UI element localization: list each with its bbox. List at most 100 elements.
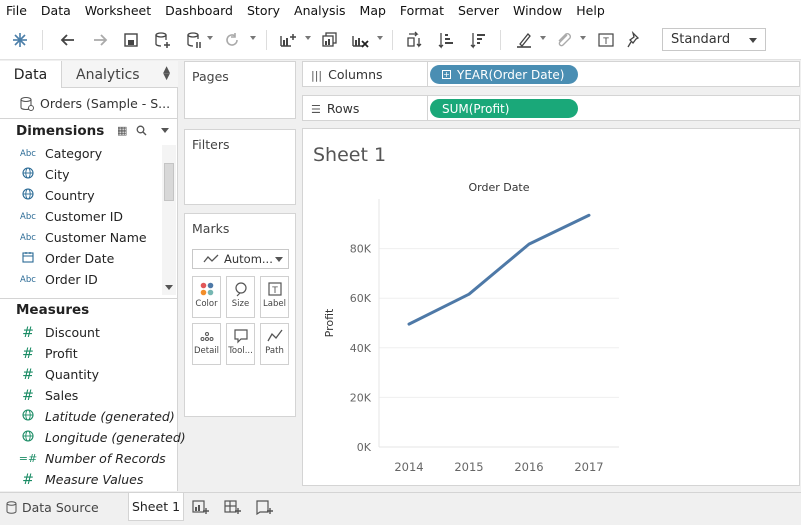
field-label: Measure Values xyxy=(45,472,144,487)
new-data-source-icon[interactable] xyxy=(150,29,174,51)
y-tick-label: 80K xyxy=(350,243,372,256)
view-toggle-icon[interactable]: ▦ xyxy=(117,124,127,137)
fix-axes-pin-icon[interactable] xyxy=(623,29,647,51)
new-dashboard-tab-icon[interactable] xyxy=(224,499,242,515)
detail-button[interactable]: Detail xyxy=(192,323,221,365)
datasource-name: Orders (Sample - S... xyxy=(40,96,171,111)
measure-field[interactable]: Latitude (generated) xyxy=(0,406,175,427)
data-pane: Data Analytics ▲ ▼ Orders (Sample - S... … xyxy=(0,61,186,491)
new-worksheet-tab-icon[interactable] xyxy=(192,499,210,515)
dimensions-scrollbar[interactable] xyxy=(162,145,176,295)
calendar-icon xyxy=(18,251,38,266)
label-button[interactable]: T Label xyxy=(260,276,289,318)
measure-field[interactable]: # Sales xyxy=(0,385,162,406)
menu-file[interactable]: File xyxy=(6,3,27,18)
new-story-tab-icon[interactable] xyxy=(256,499,274,515)
fit-dropdown[interactable]: Standard xyxy=(662,28,766,51)
duplicate-sheet-icon[interactable] xyxy=(318,29,342,51)
chevron-down-icon[interactable] xyxy=(161,128,169,133)
group-members-icon[interactable] xyxy=(552,29,576,51)
measure-field[interactable]: =# Number of Records xyxy=(0,448,166,469)
path-button[interactable]: Path xyxy=(260,323,289,365)
filters-card[interactable]: Filters xyxy=(184,129,296,205)
dimension-field[interactable]: Abc Order ID xyxy=(0,269,162,290)
label-icon: T xyxy=(267,282,282,296)
field-label: Profit xyxy=(45,346,78,361)
dimension-field[interactable]: Order Date xyxy=(0,248,162,269)
menu-analysis[interactable]: Analysis xyxy=(294,3,346,18)
measure-field[interactable]: # Discount xyxy=(0,322,162,343)
tab-data[interactable]: Data xyxy=(0,61,62,88)
scroll-down-icon[interactable] xyxy=(165,285,173,290)
pages-card[interactable]: Pages xyxy=(184,61,296,119)
sort-ascending-icon[interactable] xyxy=(434,29,458,51)
measures-header: Measures xyxy=(0,298,178,320)
search-icon[interactable] xyxy=(136,125,147,136)
rows-pill[interactable]: SUM(Profit) xyxy=(430,99,578,118)
back-arrow-icon[interactable] xyxy=(56,29,80,51)
rows-shelf[interactable]: ☰ Rows SUM(Profit) xyxy=(302,95,800,121)
size-button[interactable]: Size xyxy=(226,276,255,318)
tooltip-button[interactable]: Tool... xyxy=(226,323,255,365)
scroll-thumb[interactable] xyxy=(164,163,174,201)
pause-updates-icon[interactable] xyxy=(182,29,206,51)
sort-descending-icon[interactable] xyxy=(466,29,490,51)
number-type-icon: # xyxy=(22,387,34,404)
menu-format[interactable]: Format xyxy=(400,3,444,18)
field-label: Number of Records xyxy=(45,451,166,466)
sheet-tab[interactable]: Sheet 1 xyxy=(128,493,184,521)
measure-field[interactable]: Longitude (generated) xyxy=(0,427,186,448)
string-type-icon: Abc xyxy=(20,148,36,159)
measure-field[interactable]: # Quantity xyxy=(0,364,162,385)
field-label: Discount xyxy=(45,325,100,340)
data-source-tab[interactable]: Data Source xyxy=(0,493,128,521)
menu-help[interactable]: Help xyxy=(576,3,605,18)
globe-icon xyxy=(18,408,38,425)
dimension-field[interactable]: Abc Customer ID xyxy=(0,206,162,227)
line-chart: Order Date 0K 20K 40K 60K 80K Profit 2014 2015 20… xyxy=(323,181,619,474)
menu-data[interactable]: Data xyxy=(41,3,71,18)
field-label: Order Date xyxy=(45,251,115,266)
swap-rows-columns-icon[interactable] xyxy=(402,29,426,51)
dimension-field[interactable]: Abc Customer Name xyxy=(0,227,162,248)
field-label: Latitude (generated) xyxy=(45,409,175,424)
menu-server[interactable]: Server xyxy=(458,3,499,18)
clear-sheet-icon[interactable] xyxy=(348,29,372,51)
dimension-field[interactable]: City xyxy=(0,164,162,185)
tab-analytics[interactable]: Analytics ▲ ▼ xyxy=(62,61,178,88)
columns-shelf[interactable]: ||| Columns + YEAR(Order Date) xyxy=(302,61,800,87)
menu-dashboard[interactable]: Dashboard xyxy=(165,3,233,18)
measure-field[interactable]: # Profit xyxy=(0,343,162,364)
size-icon xyxy=(234,282,247,297)
dimension-field[interactable]: Country xyxy=(0,185,162,206)
save-icon[interactable] xyxy=(119,29,143,51)
menu-story[interactable]: Story xyxy=(247,3,280,18)
measure-field[interactable]: # Measure Values xyxy=(0,469,162,490)
refresh-icon[interactable] xyxy=(220,29,244,51)
datasource-item[interactable]: Orders (Sample - S... xyxy=(0,89,178,119)
field-label: Customer Name xyxy=(45,230,147,245)
dimension-field[interactable]: Abc Category xyxy=(0,143,162,164)
rows-pill-label: SUM(Profit) xyxy=(442,101,510,116)
color-button[interactable]: Color xyxy=(192,276,221,318)
menu-window[interactable]: Window xyxy=(513,3,562,18)
label-label: Label xyxy=(263,299,286,309)
globe-icon xyxy=(18,188,38,203)
rows-shelf-label: ☰ Rows xyxy=(311,101,360,116)
columns-shelf-label: ||| Columns xyxy=(311,67,383,82)
new-worksheet-icon[interactable] xyxy=(276,29,300,51)
line-mark-icon xyxy=(203,254,219,263)
menu-map[interactable]: Map xyxy=(360,3,386,18)
marks-title: Marks xyxy=(192,221,230,236)
mark-type-dropdown[interactable]: Autom... xyxy=(192,249,289,269)
highlight-icon[interactable] xyxy=(512,29,536,51)
tableau-logo-icon[interactable] xyxy=(8,29,32,51)
expand-plus-icon[interactable]: + xyxy=(442,70,451,79)
field-label: City xyxy=(45,167,70,182)
rows-icon: ☰ xyxy=(311,103,321,116)
show-mark-labels-icon[interactable]: T xyxy=(594,29,618,51)
menu-worksheet[interactable]: Worksheet xyxy=(85,3,151,18)
chevron-down-icon xyxy=(275,257,283,262)
columns-pill[interactable]: + YEAR(Order Date) xyxy=(430,65,578,84)
forward-arrow-icon[interactable] xyxy=(88,29,112,51)
